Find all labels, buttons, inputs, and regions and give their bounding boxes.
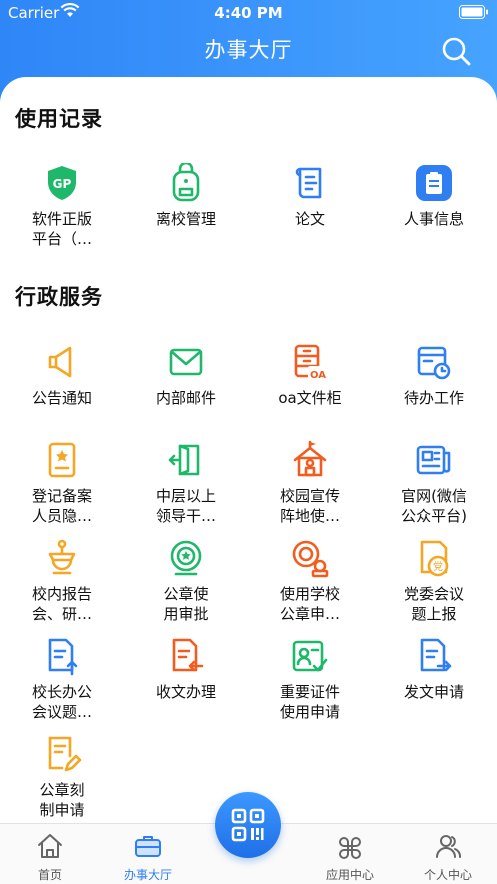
service-item-label: 党委会议 题上报 [403,585,464,623]
service-item-label: 公章使 用审批 [163,585,209,623]
service-item-label: 公告通知 [31,389,92,407]
service-item[interactable]: 使用学校 公章申… [248,538,372,638]
news-icon [414,440,454,480]
tab-label: 应用中心 [325,868,374,882]
backpack-icon [166,161,206,203]
service-item[interactable]: 公章刻 制申请 [0,734,124,823]
service-item[interactable]: 中层以上 领导干… [124,440,248,540]
apps-icon [336,832,364,860]
service-item[interactable]: GP 软件正版 平台（… [0,163,124,263]
service-item[interactable]: 收文办理 [124,636,248,736]
service-item[interactable]: 发文申请 [372,636,496,736]
doc-edit-icon [42,734,82,774]
page-title: 办事大厅 [204,38,293,62]
doc-send-icon [414,636,454,676]
campus-house-icon [290,440,330,480]
party-doc-icon: 党 [414,538,454,578]
section-title-admin: 行政服务 [15,285,103,309]
oa-cabinet-icon: OA [290,342,330,382]
tab-label: 个人中心 [423,868,472,882]
svg-text:OA: OA [310,370,326,381]
door-exit-icon [166,440,206,480]
tab-home[interactable]: 首页 [0,824,100,884]
id-card-check-icon [290,636,330,676]
service-item[interactable]: 校内报告 会、研… [0,538,124,638]
service-item[interactable]: 登记备案 人员隐… [0,440,124,540]
doc-upload-icon [42,636,82,676]
service-item[interactable]: 内部邮件 [124,342,248,442]
tab-briefcase[interactable]: 办事大厅 [98,824,198,884]
service-item-label: 公章刻 制申请 [39,781,85,819]
service-item[interactable]: 待办工作 [372,342,496,442]
calendar-clock-icon [414,342,454,382]
home-icon [36,832,64,860]
service-item-label: 人事信息 [403,210,464,228]
megaphone-icon [42,342,82,382]
service-item[interactable]: 党党委会议 题上报 [372,538,496,638]
service-item[interactable]: 重要证件 使用申请 [248,636,372,736]
service-item-label: 待办工作 [403,389,464,407]
doc-receive-icon [166,636,206,676]
service-item-label: 校长办公 会议题… [31,683,92,721]
service-item-label: 发文申请 [403,683,464,701]
status-bar: Carrier 4:40 PM [0,0,497,26]
tab-label: 首页 [37,868,62,882]
user-icon [434,832,462,860]
clipboard-icon [414,163,454,203]
service-item-label: 校内报告 会、研… [31,585,92,623]
seal-stamp-icon [290,538,330,578]
service-item[interactable]: 公章使 用审批 [124,538,248,638]
section-title-recent: 使用记录 [15,107,103,131]
service-item[interactable]: 离校管理 [124,161,248,263]
service-item[interactable]: 论文 [248,163,372,263]
search-icon[interactable] [441,36,471,66]
service-item-label: 论文 [294,210,325,228]
service-item[interactable]: 官网(微信 公众平台) [372,440,496,540]
service-item-label: 官网(微信 公众平台) [401,487,467,525]
service-item-label: 中层以上 领导干… [155,487,216,525]
svg-text:党: 党 [433,560,443,573]
battery-icon [459,5,488,19]
service-item[interactable]: 校园宣传 阵地使… [248,440,372,540]
qr-scan-button[interactable] [215,792,281,858]
service-item-label: 登记备案 人员隐… [31,487,92,525]
gp-shield-icon: GP [42,163,82,203]
tab-label: 办事大厅 [123,868,172,882]
service-item[interactable]: 人事信息 [372,163,496,263]
service-item-label: oa文件柜 [278,389,342,407]
main-content: 使用记录 GP 软件正版 平台（… 离校管理 论文 人事信息 行政服务 公告通知 内部邮件… [0,77,497,823]
service-item-label: 离校管理 [155,210,216,228]
service-item-label: 软件正版 平台（… [31,210,92,248]
lectern-icon [42,538,82,578]
service-item-label: 收文办理 [155,683,216,701]
seal-star-icon [166,538,206,578]
service-item[interactable]: 公告通知 [0,342,124,442]
service-item-label: 校园宣传 阵地使… [279,487,340,525]
status-time: 4:40 PM [214,4,283,22]
briefcase-icon [134,832,162,860]
service-item[interactable]: 校长办公 会议题… [0,636,124,736]
qr-code-icon [231,808,265,842]
tab-user[interactable]: 个人中心 [398,824,497,884]
register-card-icon [42,440,82,480]
service-item-label: 内部邮件 [155,389,216,407]
service-item-label: 使用学校 公章申… [279,585,340,623]
service-item[interactable]: OA oa文件柜 [248,342,372,442]
tab-apps[interactable]: 应用中心 [300,824,400,884]
svg-text:GP: GP [53,177,72,191]
service-item-label: 重要证件 使用申请 [279,683,340,721]
paper-scroll-icon [290,163,330,203]
mail-icon [166,342,206,382]
